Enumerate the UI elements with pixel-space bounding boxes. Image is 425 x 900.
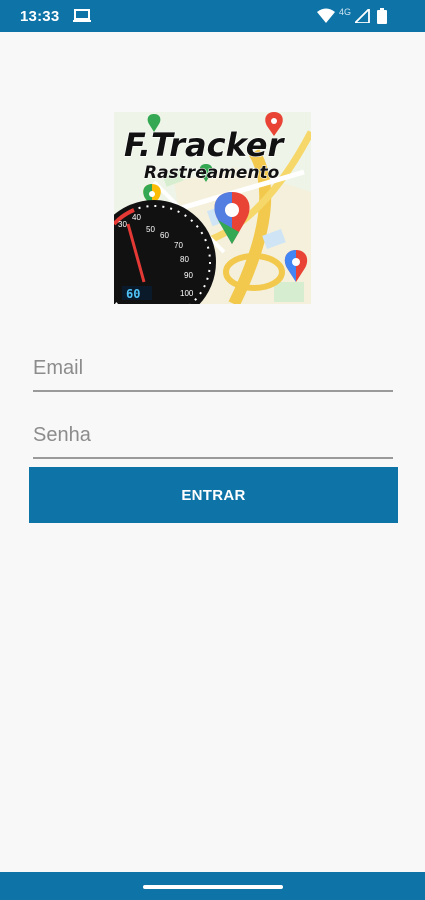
speed-readout: 60 <box>126 287 140 301</box>
network-label: 4G <box>339 7 352 17</box>
speed-tick: 30 <box>118 220 127 229</box>
laptop-icon <box>73 9 91 22</box>
email-field[interactable] <box>33 346 393 392</box>
speed-tick: 80 <box>180 255 189 264</box>
status-bar: 13:33 4G <box>0 0 425 32</box>
signal-icon <box>355 9 370 23</box>
speed-tick: 90 <box>184 271 193 280</box>
speed-tick: 50 <box>146 225 155 234</box>
home-gesture-handle[interactable] <box>143 885 283 889</box>
navigation-bar <box>0 872 425 900</box>
app-logo: 30 40 50 60 70 80 90 100 60 F.Tracker Ra… <box>114 112 311 304</box>
wifi-icon <box>317 8 335 23</box>
login-button[interactable]: ENTRAR <box>29 467 398 523</box>
speed-tick: 40 <box>132 213 141 222</box>
battery-icon <box>377 8 387 24</box>
logo-subtitle: Rastreamento <box>144 163 280 183</box>
speed-tick: 60 <box>160 231 169 240</box>
status-time: 13:33 <box>20 8 60 25</box>
logo-title: F.Tracker <box>124 126 285 164</box>
speed-tick: 70 <box>174 241 183 250</box>
speed-tick: 100 <box>180 289 194 298</box>
password-field[interactable] <box>33 413 393 459</box>
